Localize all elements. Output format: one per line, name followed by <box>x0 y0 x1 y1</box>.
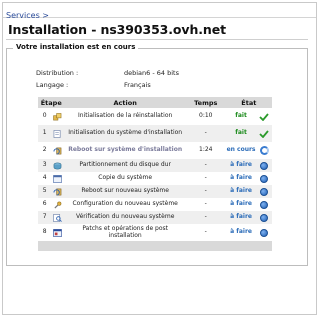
boxes-icon <box>53 112 62 120</box>
table-row: 8 Patchs et opérations de post installati… <box>38 224 272 241</box>
check-icon <box>259 112 269 121</box>
step-number: 2 <box>42 146 47 154</box>
breadcrumb: Services > <box>3 3 316 20</box>
step-action: Reboot sur nouveau système <box>64 185 186 198</box>
table-footer-row <box>38 241 272 251</box>
pending-icon <box>260 174 269 183</box>
step-state: à faire <box>225 185 257 198</box>
pending-icon <box>260 200 269 209</box>
step-number: 4 <box>42 174 47 182</box>
step-time: - <box>185 211 226 224</box>
document-icon <box>53 129 62 138</box>
step-action: Reboot sur système d'installation <box>68 146 183 154</box>
language-label: Langage : <box>36 81 69 89</box>
step-action: Configuration du nouveau système <box>72 200 178 208</box>
step-action: Partitionnement du disque dur <box>64 159 186 172</box>
table-row: 3 Partitionnement du disque dur - à faire <box>38 159 272 172</box>
disk-icon <box>53 162 62 169</box>
reboot-icon <box>53 188 62 196</box>
installation-steps-table: Étape Action Temps État 0 Initialisation … <box>38 97 272 251</box>
step-number: 6 <box>42 200 47 208</box>
page-title: Installation - ns390353.ovh.net <box>8 22 226 37</box>
window-icon <box>53 228 63 237</box>
step-number: 5 <box>38 185 52 198</box>
step-state: à faire <box>230 200 252 208</box>
step-state: fait <box>225 125 257 142</box>
verify-icon <box>53 213 63 222</box>
breadcrumb-services-link[interactable]: Services > <box>6 11 49 20</box>
step-state: à faire <box>225 211 257 224</box>
spinner-icon <box>259 146 269 155</box>
table-row: 4 Copie du système - à faire <box>38 172 272 185</box>
pending-icon <box>260 213 269 222</box>
step-action: Copie du système <box>98 174 153 182</box>
step-number: 3 <box>38 159 52 172</box>
title-divider <box>6 39 308 40</box>
step-action: Initialisation du système d'installation <box>64 125 186 142</box>
step-action: Patchs et opérations de post installatio… <box>82 225 168 239</box>
header-action: Action <box>64 97 186 108</box>
table-row: 0 Initialisation de la réinstallation 0:10… <box>38 108 272 125</box>
table-row: 1 Initialisation du système d'installatio… <box>38 125 272 142</box>
step-number: 0 <box>42 112 47 120</box>
header-step: Étape <box>38 97 65 108</box>
step-time: - <box>185 185 226 198</box>
pending-icon <box>260 228 269 237</box>
step-state: à faire <box>230 228 252 236</box>
wrench-icon <box>53 201 62 209</box>
table-header-row: Étape Action Temps État <box>38 97 272 108</box>
step-time: - <box>204 174 207 182</box>
step-number: 7 <box>38 211 52 224</box>
step-state: à faire <box>230 174 252 182</box>
step-time: - <box>185 125 226 142</box>
header-time: Temps <box>185 97 226 108</box>
table-row: 5 Reboot sur nouveau système - à faire <box>38 185 272 198</box>
step-state: en cours <box>226 146 256 154</box>
panel-legend: Votre installation est en cours <box>13 43 139 51</box>
table-row: 7 Vérification du nouveau système - à faire <box>38 211 272 224</box>
step-time: - <box>204 228 207 236</box>
table-row: 2 Reboot sur système d'installation 1:24 en… <box>38 142 272 159</box>
step-time: - <box>185 159 226 172</box>
step-number: 1 <box>38 125 52 142</box>
step-state: à faire <box>225 159 257 172</box>
reboot-icon <box>53 147 62 155</box>
language-value: Français <box>124 81 151 89</box>
table-row: 6 Configuration du nouveau système - à fair… <box>38 198 272 211</box>
distribution-label: Distribution : <box>36 69 79 77</box>
step-number: 8 <box>42 228 47 236</box>
step-action: Initialisation de la réinstallation <box>78 112 173 120</box>
check-icon <box>259 129 269 138</box>
step-time: 0:10 <box>199 112 213 120</box>
copy-icon <box>53 174 63 183</box>
header-state: État <box>225 97 272 108</box>
step-time: - <box>204 200 207 208</box>
pending-icon <box>260 161 269 170</box>
step-action: Vérification du nouveau système <box>64 211 186 224</box>
step-state: fait <box>235 112 247 120</box>
step-time: 1:24 <box>199 146 213 154</box>
distribution-value: debian6 - 64 bits <box>124 69 179 77</box>
pending-icon <box>260 187 269 196</box>
